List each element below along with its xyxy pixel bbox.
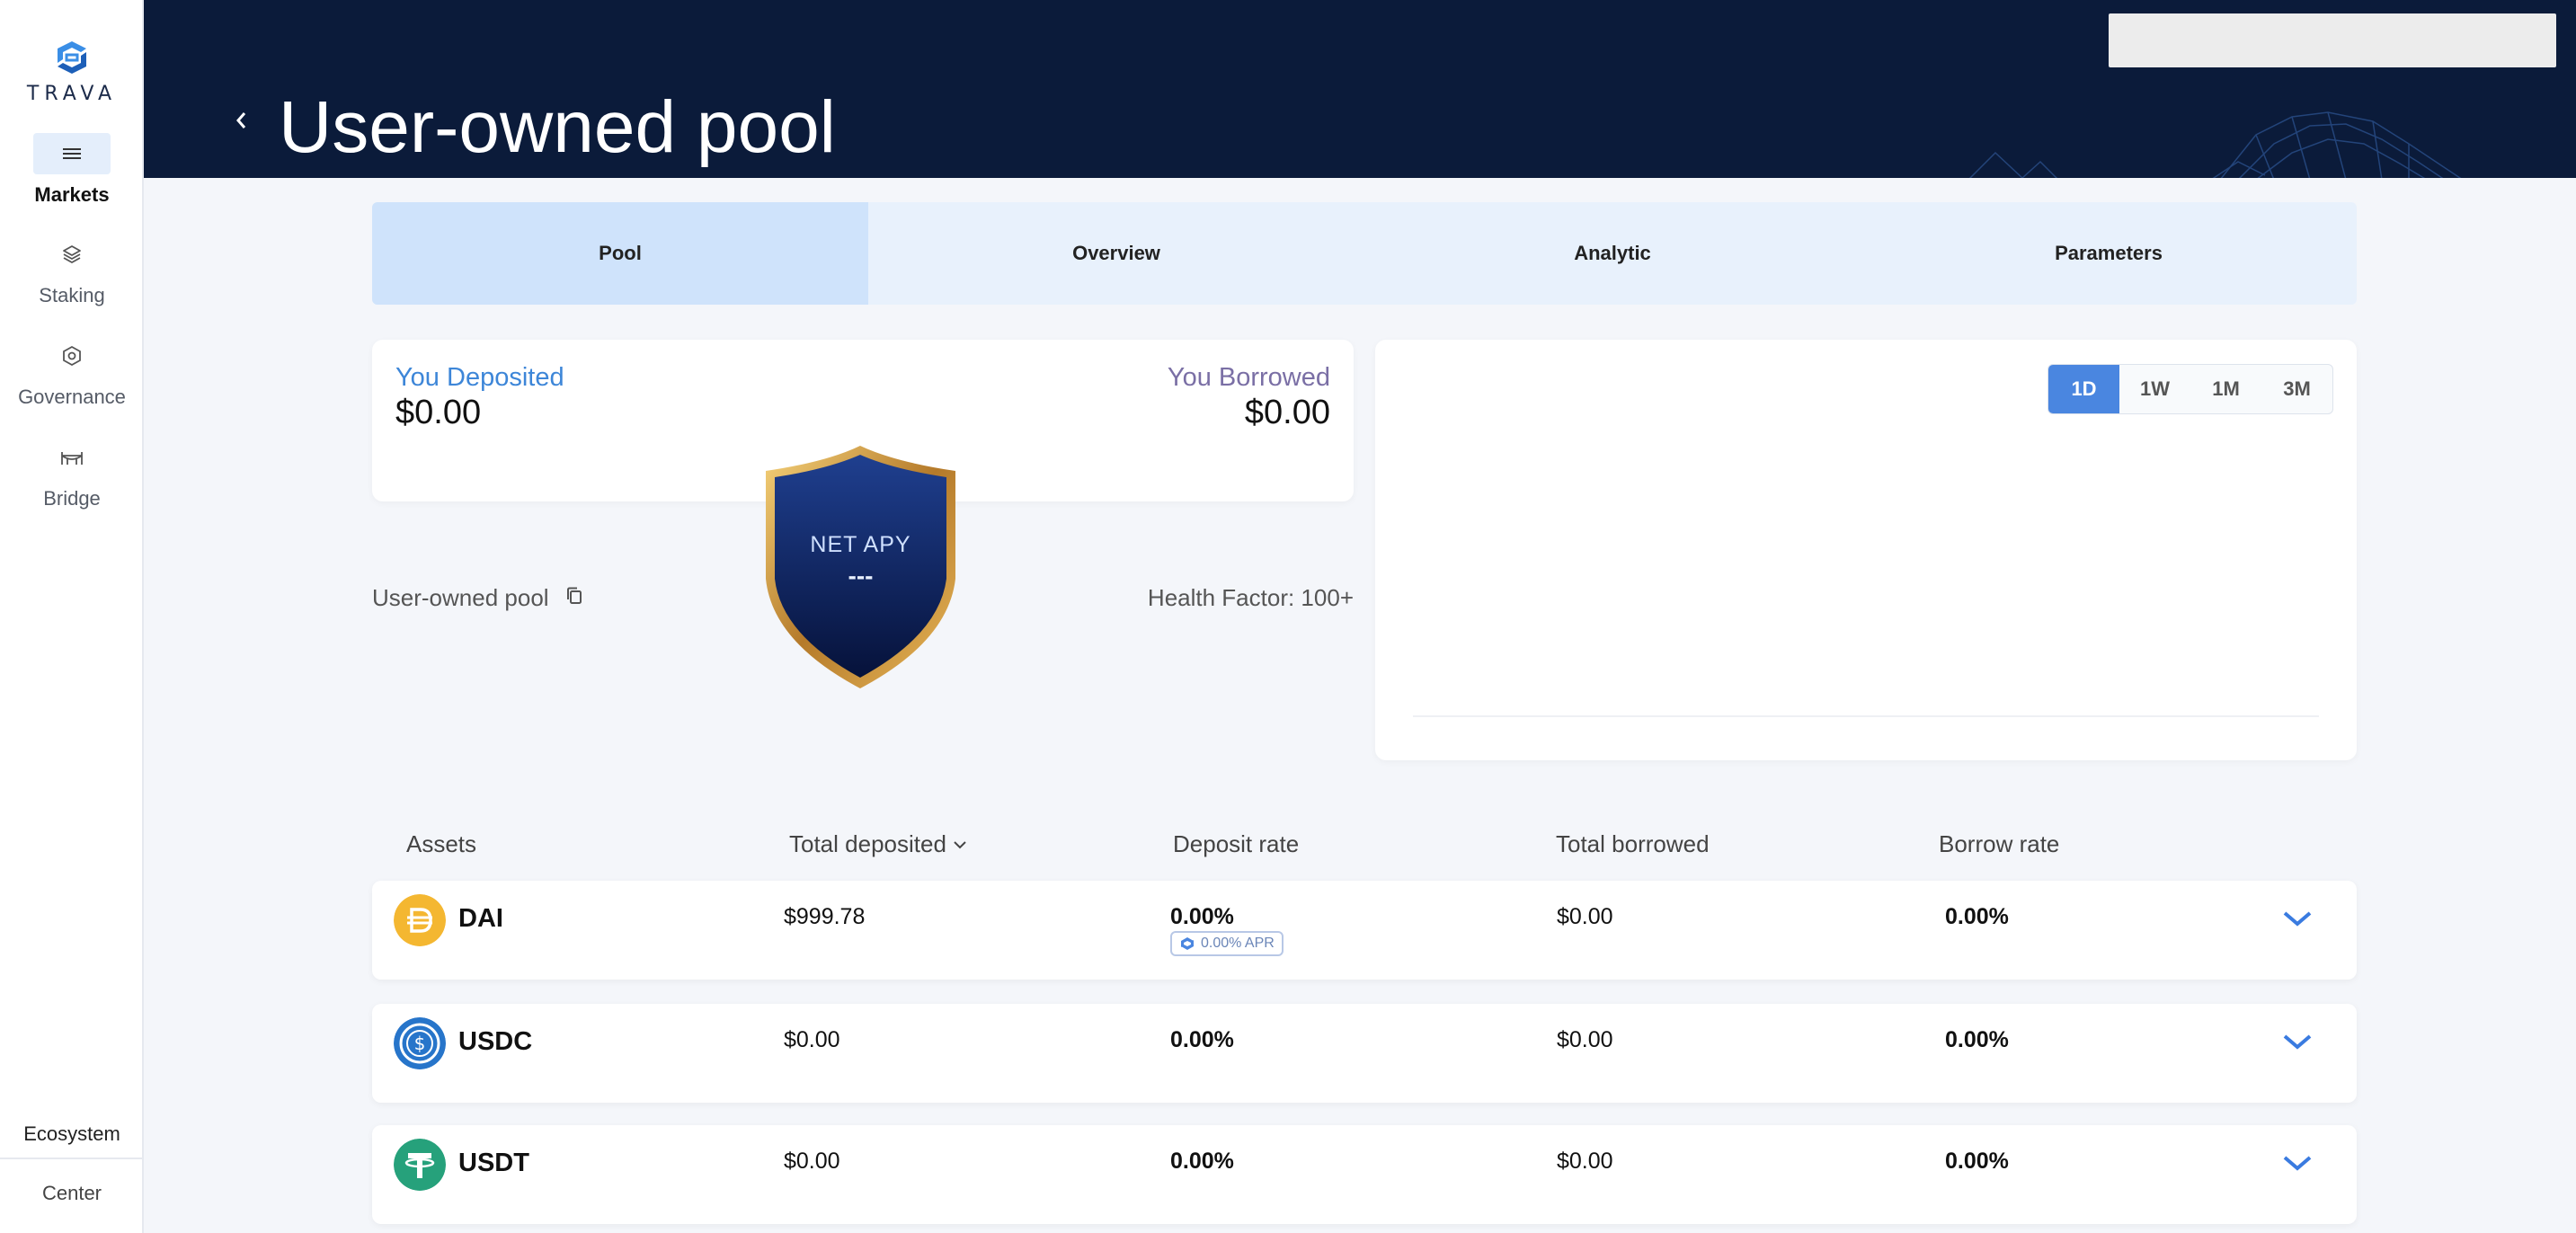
tab-parameters[interactable]: Parameters	[1861, 202, 2357, 305]
period-1w[interactable]: 1W	[2119, 365, 2190, 413]
asset-symbol: USDT	[458, 1149, 529, 1177]
chevron-down-icon[interactable]	[2281, 908, 2314, 929]
net-apy-label: NET APY	[810, 532, 911, 557]
apr-badge-text: 0.00% APR	[1201, 936, 1275, 951]
deposited-label: You Deposited	[395, 363, 564, 392]
mountain-wireframe-decoration	[1968, 111, 2462, 178]
menu-icon	[33, 133, 111, 174]
ecosystem-label[interactable]: Ecosystem	[0, 1122, 144, 1146]
assets-table-header: Assets Total deposited Deposit rate Tota…	[372, 827, 2357, 863]
borrow-rate: 0.00%	[1945, 904, 2009, 929]
chart-baseline	[1413, 715, 2319, 717]
header-total-borrowed: Total borrowed	[1556, 830, 1710, 857]
table-row-usdc[interactable]: $ USDC $0.00 0.00% $0.00 0.00%	[372, 1004, 2357, 1103]
period-selector: 1D 1W 1M 3M	[2047, 364, 2333, 414]
usdt-icon	[394, 1139, 446, 1191]
chevron-left-icon	[236, 112, 246, 129]
health-factor: Health Factor: 100+	[1147, 584, 1354, 611]
borrowed-label: You Borrowed	[1167, 363, 1330, 392]
pool-tabs: Pool Overview Analytic Parameters	[372, 202, 2357, 305]
logo-text: TRAVA	[26, 83, 118, 105]
total-deposited: $0.00	[784, 1149, 840, 1174]
chevron-down-icon[interactable]	[2281, 1152, 2314, 1174]
net-apy-value: ---	[848, 562, 874, 590]
chart-card: 1D 1W 1M 3M	[1375, 340, 2357, 760]
borrow-rate: 0.00%	[1945, 1149, 2009, 1174]
chevron-down-icon[interactable]	[2281, 1031, 2314, 1052]
bridge-icon	[33, 437, 111, 478]
usdc-icon: $	[394, 1017, 446, 1069]
header-assets: Assets	[406, 830, 477, 857]
sidebar-item-staking[interactable]: Staking	[0, 234, 144, 307]
borrow-rate: 0.00%	[1945, 1027, 2009, 1052]
header-deposit-rate: Deposit rate	[1173, 830, 1300, 857]
chevron-down-icon	[954, 840, 966, 848]
header-borrow-rate: Borrow rate	[1939, 830, 2060, 857]
sidebar-item-markets[interactable]: Markets	[0, 133, 144, 207]
total-borrowed: $0.00	[1557, 1149, 1613, 1174]
trava-logo[interactable]: TRAVA	[0, 40, 144, 105]
borrowed-value: $0.00	[1244, 394, 1330, 431]
sidebar-item-label: Staking	[39, 284, 105, 306]
period-1d[interactable]: 1D	[2048, 365, 2119, 413]
asset-symbol: DAI	[458, 904, 503, 933]
sidebar-item-bridge[interactable]: Bridge	[0, 437, 144, 510]
sidebar-item-label: Bridge	[43, 487, 101, 510]
total-deposited: $999.78	[784, 904, 866, 929]
deposit-rate: 0.00%	[1170, 1149, 1234, 1174]
asset-symbol: USDC	[458, 1027, 533, 1056]
header-total-deposited[interactable]: Total deposited	[789, 830, 968, 858]
copy-icon[interactable]	[565, 584, 583, 612]
period-1m[interactable]: 1M	[2190, 365, 2261, 413]
tab-pool[interactable]: Pool	[372, 202, 868, 305]
tab-overview[interactable]: Overview	[868, 202, 1364, 305]
connect-wallet-button[interactable]	[2109, 13, 2556, 67]
header-total-deposited-label: Total deposited	[789, 830, 946, 857]
page-header: User-owned pool	[144, 0, 2576, 178]
table-row-usdt[interactable]: USDT $0.00 0.00% $0.00 0.00%	[372, 1125, 2357, 1224]
deposit-rate: 0.00%	[1170, 904, 1234, 929]
trava-token-icon	[1181, 937, 1194, 950]
hexagon-icon	[33, 335, 111, 377]
pool-address: User-owned pool	[372, 584, 583, 612]
page-title: User-owned pool	[279, 86, 836, 168]
trava-logo-icon	[58, 41, 86, 74]
net-apy: NET APY ---	[759, 532, 962, 590]
sidebar-item-label: Markets	[34, 183, 110, 206]
deposited-value: $0.00	[395, 394, 482, 431]
layers-icon	[33, 234, 111, 275]
dai-icon	[394, 894, 446, 946]
apr-badge: 0.00% APR	[1170, 931, 1284, 956]
center-link[interactable]: Center	[0, 1182, 144, 1205]
total-borrowed: $0.00	[1557, 904, 1613, 929]
deposit-rate: 0.00%	[1170, 1027, 1234, 1052]
back-button[interactable]	[234, 110, 248, 136]
table-row-dai[interactable]: DAI $999.78 0.00% 0.00% APR $0.00 0.00%	[372, 881, 2357, 980]
divider	[0, 1158, 142, 1159]
pool-name: User-owned pool	[372, 584, 549, 611]
sidebar-item-governance[interactable]: Governance	[0, 335, 144, 409]
sidebar: TRAVA Markets Staking Governance Bridge …	[0, 0, 144, 1233]
sidebar-item-label: Governance	[18, 386, 126, 408]
total-deposited: $0.00	[784, 1027, 840, 1052]
period-3m[interactable]: 3M	[2261, 365, 2332, 413]
total-borrowed: $0.00	[1557, 1027, 1613, 1052]
svg-text:$: $	[414, 1033, 426, 1054]
tab-analytic[interactable]: Analytic	[1364, 202, 1861, 305]
